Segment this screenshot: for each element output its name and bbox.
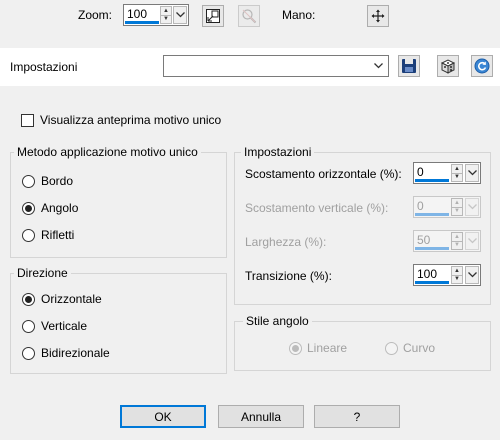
zoom-slider-bar[interactable] (125, 21, 159, 24)
radio-horizontal-label[interactable]: Orizzontale (41, 291, 102, 307)
chevron-down-icon (467, 272, 477, 278)
presets-label: Impostazioni (10, 60, 78, 74)
zoom-combobox[interactable]: 100 ▲ ▼ (123, 4, 189, 26)
vertical-offset-slider[interactable] (415, 213, 449, 216)
cancel-button[interactable]: Annulla (218, 405, 304, 428)
reset-zoom-button[interactable] (238, 5, 260, 27)
corner-style-group-title: Stile angolo (243, 313, 312, 329)
width-dropdown[interactable] (465, 232, 479, 250)
transition-spinbox[interactable]: 100 ▲ ▼ (413, 264, 481, 286)
presets-combobox[interactable] (163, 55, 389, 77)
spin-up-icon[interactable]: ▲ (161, 7, 171, 16)
radio-mirror[interactable] (22, 229, 35, 242)
radio-edge[interactable] (22, 175, 35, 188)
radio-horizontal[interactable] (22, 293, 35, 306)
width-slider[interactable] (415, 247, 449, 250)
reset-button[interactable] (471, 55, 493, 77)
horizontal-offset-slider[interactable] (415, 179, 449, 182)
chevron-down-icon (467, 170, 477, 176)
width-spinbox[interactable]: 50 ▲ ▼ (413, 230, 481, 252)
radio-mirror-label[interactable]: Rifletti (41, 227, 74, 243)
reset-icon (474, 58, 490, 74)
radio-vertical-label[interactable]: Verticale (41, 318, 87, 334)
radio-edge-label[interactable]: Bordo (41, 173, 73, 189)
pan-label: Mano: (282, 8, 316, 22)
save-preset-button[interactable] (398, 55, 420, 77)
transition-dropdown[interactable] (465, 266, 479, 284)
pan-button[interactable] (367, 5, 389, 27)
radio-corner[interactable] (22, 202, 35, 215)
zoom-label: Zoom: (78, 8, 113, 22)
direction-group-title: Direzione (14, 265, 71, 281)
vertical-offset-spinbox[interactable]: 0 ▲ ▼ (413, 196, 481, 218)
settings-group-title: Impostazioni (241, 144, 315, 160)
help-button[interactable]: ? (314, 405, 400, 428)
randomize-button[interactable] (437, 55, 459, 77)
transition-label: Transizione (%): (245, 269, 332, 283)
horizontal-offset-spinbox[interactable]: 0 ▲ ▼ (413, 162, 481, 184)
radio-linear[interactable] (289, 342, 302, 355)
vertical-offset-spin-buttons[interactable]: ▲ ▼ (451, 198, 463, 216)
horizontal-offset-value[interactable]: 0 (417, 165, 424, 180)
proof-toggle-icon (206, 9, 220, 23)
horizontal-offset-spin-buttons[interactable]: ▲ ▼ (451, 164, 463, 182)
zoom-spin-buttons[interactable]: ▲ ▼ (160, 6, 172, 24)
radio-linear-label[interactable]: Lineare (307, 340, 347, 356)
horizontal-offset-label: Scostamento orizzontale (%): (245, 167, 402, 181)
pan-icon (371, 9, 385, 23)
preview-tile-checkbox[interactable] (21, 114, 34, 127)
save-preset-icon (402, 59, 416, 73)
spin-down-icon[interactable]: ▼ (161, 16, 171, 24)
transition-slider[interactable] (415, 281, 449, 284)
radio-corner-label[interactable]: Angolo (41, 200, 78, 216)
width-value[interactable]: 50 (417, 233, 430, 248)
vertical-offset-label: Scostamento verticale (%): (245, 201, 389, 215)
randomize-dice-icon (440, 59, 456, 74)
method-group-title: Metodo applicazione motivo unico (14, 144, 201, 160)
radio-vertical[interactable] (22, 320, 35, 333)
chevron-down-icon (467, 238, 477, 244)
chevron-down-icon (373, 63, 383, 69)
zoom-dropdown-button[interactable] (173, 6, 187, 24)
preview-tile-label[interactable]: Visualizza anteprima motivo unico (40, 112, 221, 128)
chevron-down-icon (467, 204, 477, 210)
vertical-offset-value[interactable]: 0 (417, 199, 424, 214)
chevron-down-icon (175, 12, 185, 18)
radio-curved[interactable] (385, 342, 398, 355)
horizontal-offset-dropdown[interactable] (465, 164, 479, 182)
presets-dropdown-button[interactable] (371, 57, 385, 75)
radio-bidirectional[interactable] (22, 347, 35, 360)
radio-bidirectional-label[interactable]: Bidirezionale (41, 345, 110, 361)
vertical-offset-dropdown[interactable] (465, 198, 479, 216)
width-spin-buttons[interactable]: ▲ ▼ (451, 232, 463, 250)
transition-spin-buttons[interactable]: ▲ ▼ (451, 266, 463, 284)
zoom-value[interactable]: 100 (127, 7, 147, 22)
reset-zoom-icon (242, 9, 257, 24)
transition-value[interactable]: 100 (417, 267, 437, 282)
ok-button[interactable]: OK (120, 405, 206, 428)
width-label: Larghezza (%): (245, 235, 327, 249)
proof-toggle-button[interactable] (202, 5, 224, 27)
radio-curved-label[interactable]: Curvo (403, 340, 435, 356)
